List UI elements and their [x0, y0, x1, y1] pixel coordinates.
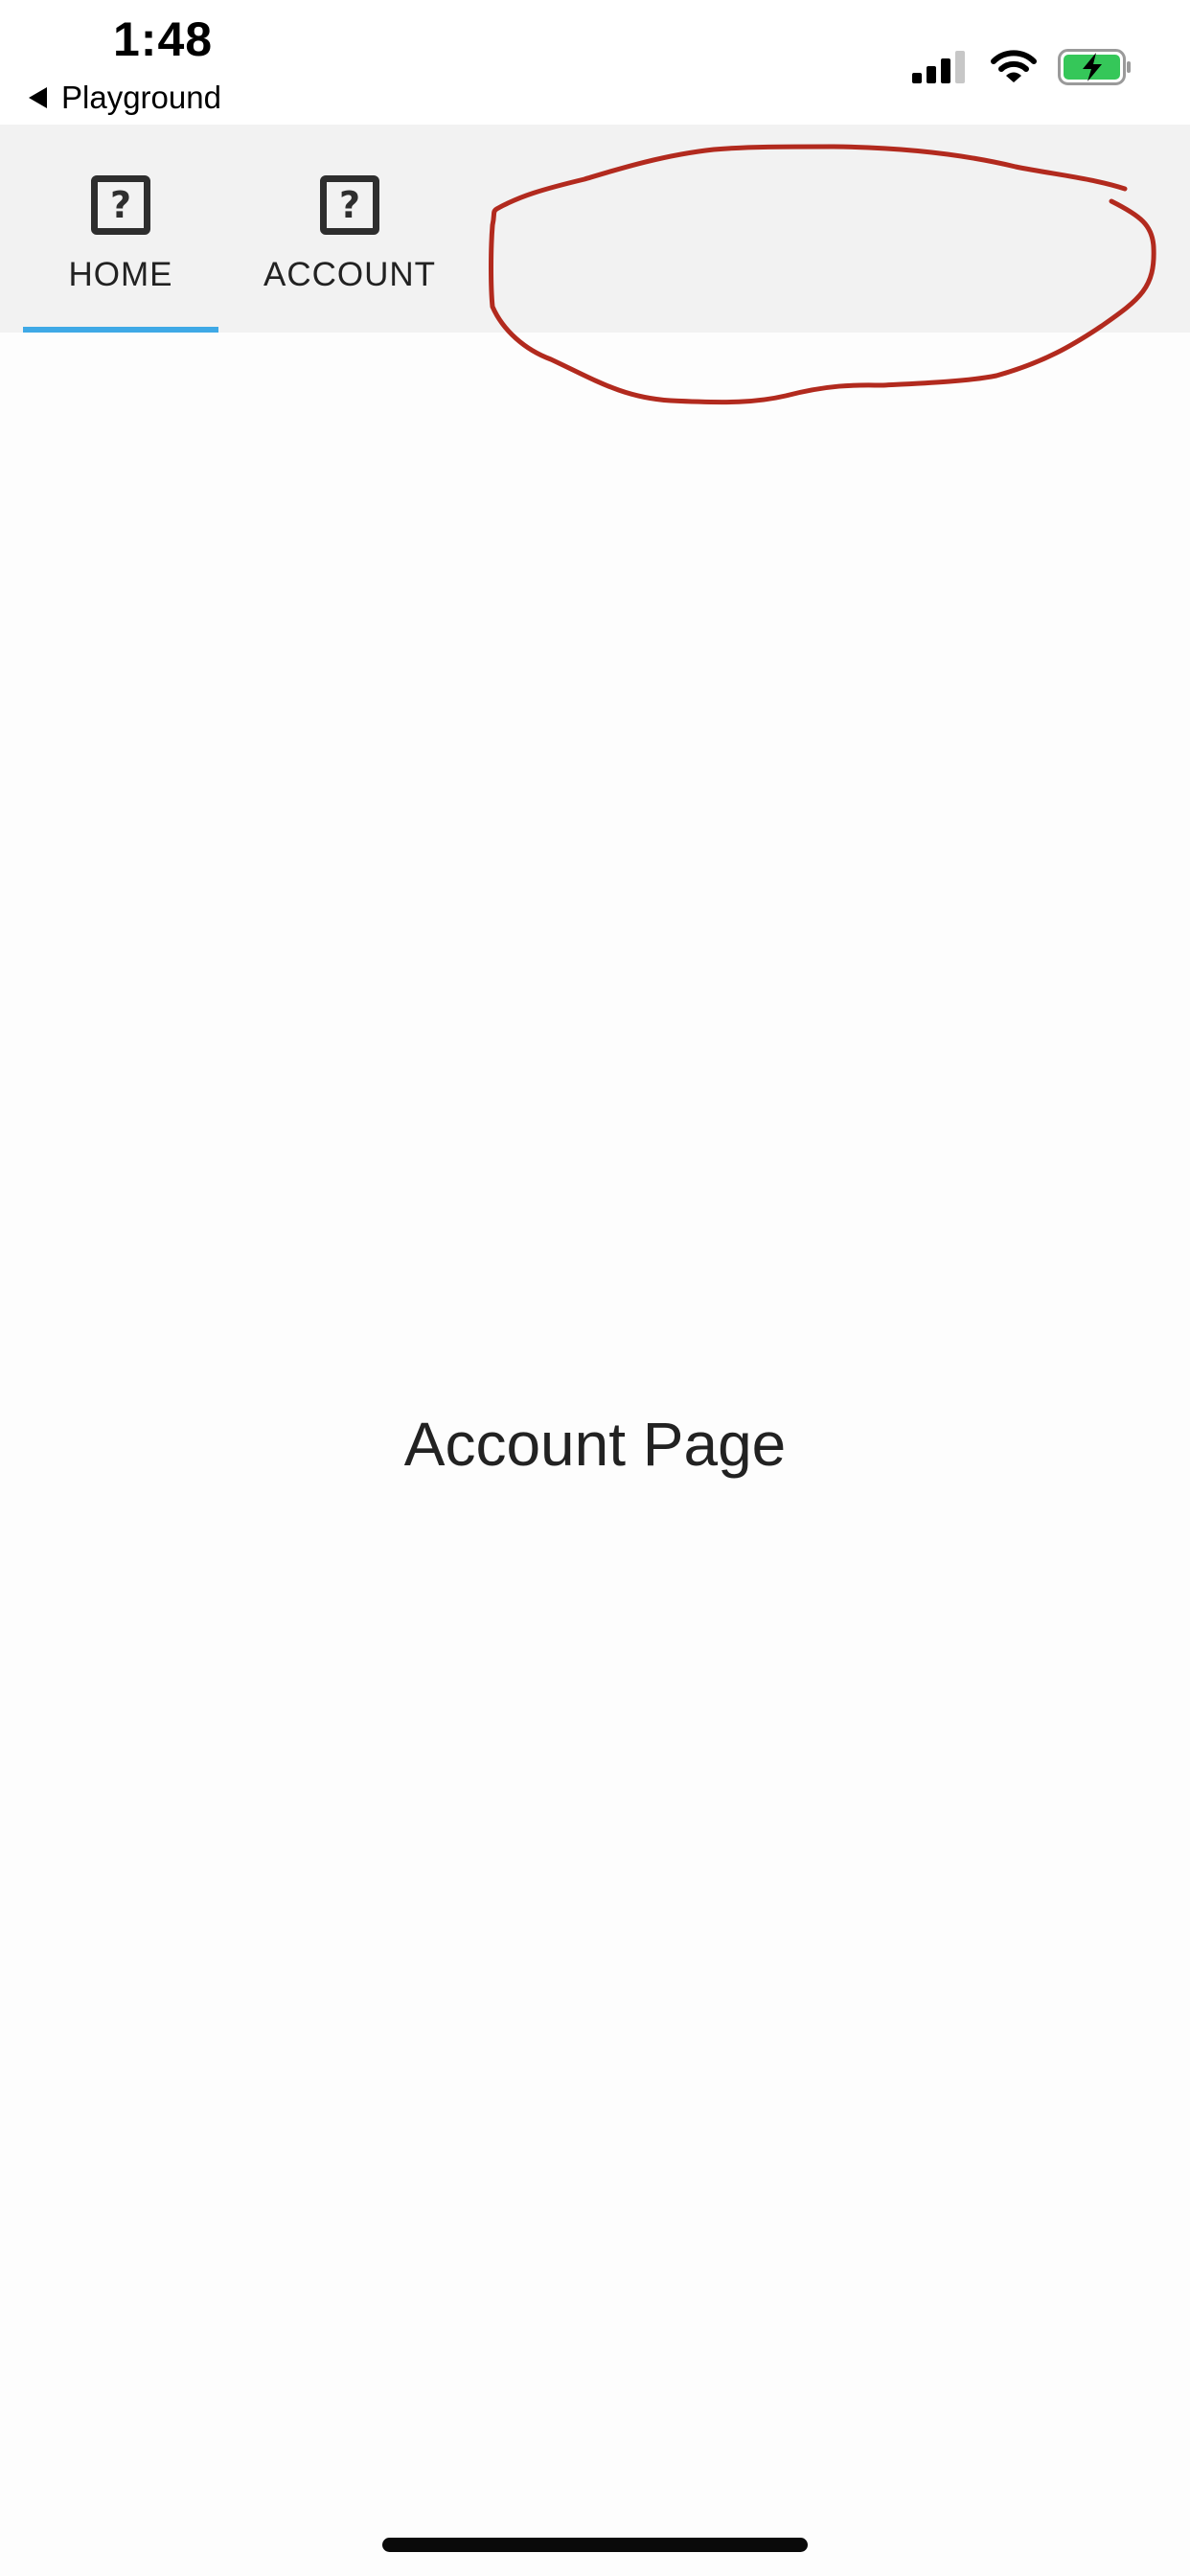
tab-home[interactable]: ? HOME: [23, 125, 218, 333]
status-icons: [912, 46, 1133, 88]
hand-drawn-circle-annotation: [489, 144, 1156, 405]
signal-icon: [912, 51, 965, 83]
tab-bar: ? HOME ? ACCOUNT: [0, 125, 1190, 333]
tab-selected-indicator: [23, 327, 218, 333]
status-time: 1:48: [113, 12, 214, 66]
back-arrow-icon: [29, 87, 47, 108]
tab-account-label: ACCOUNT: [263, 256, 437, 293]
question-mark-icon: ?: [320, 175, 379, 235]
back-to-app-button[interactable]: Playground: [29, 79, 221, 117]
page-title: Account Page: [403, 1410, 787, 1479]
question-mark-icon: ?: [91, 175, 150, 235]
status-bar: 1:48 Playground: [0, 0, 1190, 125]
home-indicator[interactable]: [382, 2538, 808, 2552]
tab-account[interactable]: ? ACCOUNT: [251, 125, 448, 333]
battery-charging-icon: [1058, 49, 1131, 85]
wifi-icon: [991, 50, 1037, 82]
back-app-label: Playground: [61, 80, 221, 115]
tab-home-label: HOME: [68, 256, 173, 293]
